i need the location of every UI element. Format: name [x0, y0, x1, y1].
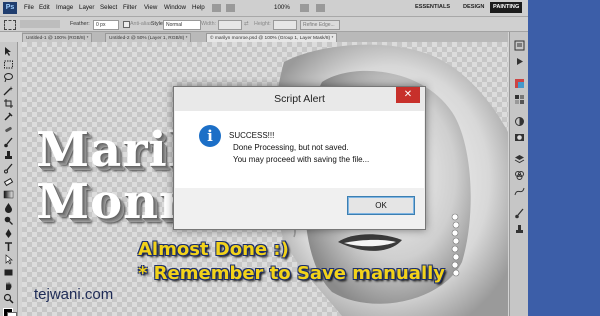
menu-filter[interactable]: Filter [123, 4, 137, 11]
arrange-docs-icon[interactable] [300, 4, 309, 12]
menu-bar: Ps File Edit Image Layer Select Filter V… [0, 0, 528, 17]
masks-panel-icon[interactable] [514, 132, 525, 143]
dialog-message-line-1: SUCCESS!!! [229, 131, 275, 140]
eraser-icon[interactable] [3, 176, 14, 187]
ps-logo-icon: Ps [3, 2, 17, 14]
pen-tool-icon[interactable] [3, 228, 14, 239]
workspace-design[interactable]: DESIGN [460, 2, 487, 13]
layers-panel-icon[interactable] [514, 154, 525, 165]
brushes-panel-icon[interactable] [514, 208, 525, 219]
history-panel-icon[interactable] [514, 40, 525, 51]
workspace-essentials[interactable]: ESSENTIALS [412, 2, 453, 13]
style-select[interactable]: Normal [163, 20, 201, 30]
dialog-title: Script Alert [274, 93, 325, 105]
eyedropper-icon[interactable] [3, 111, 14, 122]
menu-layer[interactable]: Layer [79, 4, 94, 11]
crop-tool-icon[interactable] [3, 98, 14, 109]
brush-tool-icon[interactable] [3, 137, 14, 148]
feather-label: Feather: [70, 21, 90, 27]
script-alert-dialog: Script Alert ✕ i SUCCESS!!! Done Process… [173, 86, 426, 230]
magic-wand-icon[interactable] [3, 85, 14, 96]
blur-tool-icon[interactable] [3, 202, 14, 213]
selection-mode-icon[interactable] [20, 20, 60, 28]
info-icon: i [199, 125, 221, 147]
paths-panel-icon[interactable] [514, 186, 525, 197]
dialog-message-line-2: Done Processing, but not saved. [233, 143, 349, 152]
dialog-message-line-3: You may proceed with saving the file... [233, 155, 370, 164]
type-tool-icon[interactable] [3, 241, 14, 252]
zoom-tool-icon[interactable] [3, 293, 14, 304]
marquee-tool-icon[interactable] [3, 59, 14, 70]
adjustments-panel-icon[interactable] [514, 116, 525, 127]
menu-view[interactable]: View [144, 4, 157, 11]
zoom-level[interactable]: 100% [274, 4, 290, 11]
menu-help[interactable]: Help [192, 4, 205, 11]
shape-tool-icon[interactable] [3, 267, 14, 278]
menu-image[interactable]: Image [56, 4, 73, 11]
refine-edge-button[interactable]: Refine Edge... [300, 20, 340, 30]
height-input[interactable] [273, 20, 297, 30]
tools-panel [0, 42, 18, 316]
menu-file[interactable]: File [24, 4, 34, 11]
clone-source-panel-icon[interactable] [514, 224, 525, 235]
gradient-tool-icon[interactable] [3, 189, 14, 200]
options-bar: Feather: 0 px Anti-alias Style: Normal W… [0, 17, 528, 32]
workspace-painting[interactable]: PAINTING [490, 2, 523, 13]
swatches-panel-icon[interactable] [514, 94, 525, 105]
watermark-text: tejwani.com [34, 286, 114, 303]
swap-icon[interactable]: ⇄ [244, 21, 248, 27]
width-input[interactable] [218, 20, 242, 30]
lasso-tool-icon[interactable] [3, 72, 14, 83]
clone-stamp-icon[interactable] [3, 150, 14, 161]
feather-input[interactable]: 0 px [93, 20, 119, 30]
overlay-caption-line-2: * Remember to Save manually [138, 263, 446, 284]
width-label: Width: [201, 21, 217, 27]
marquee-tool-icon[interactable] [4, 20, 16, 30]
healing-brush-icon[interactable] [3, 124, 14, 135]
dialog-body: i SUCCESS!!! Done Processing, but not sa… [175, 111, 424, 188]
path-selection-icon[interactable] [3, 254, 14, 265]
hand-tool-icon[interactable] [3, 280, 14, 291]
overlay-caption-line-1: Almost Done :) [138, 239, 289, 260]
dodge-tool-icon[interactable] [3, 215, 14, 226]
actions-panel-icon[interactable] [514, 56, 525, 67]
color-panel-icon[interactable] [514, 78, 525, 89]
ok-button[interactable]: OK [347, 196, 415, 215]
menu-window[interactable]: Window [164, 4, 186, 11]
bridge-icon[interactable] [212, 4, 221, 12]
height-label: Height: [254, 21, 271, 27]
channels-panel-icon[interactable] [514, 170, 525, 181]
panel-dock [509, 32, 528, 316]
antialias-checkbox[interactable] [123, 21, 130, 28]
move-tool-icon[interactable] [3, 46, 14, 57]
menu-select[interactable]: Select [100, 4, 117, 11]
document-tabs: Untitled-1 @ 100% (RGB/8) * Untitled-2 @… [22, 32, 508, 43]
menu-edit[interactable]: Edit [39, 4, 50, 11]
history-brush-icon[interactable] [3, 163, 14, 174]
close-icon[interactable]: ✕ [396, 87, 420, 103]
background-color-swatch[interactable] [7, 312, 17, 316]
screen-mode-icon[interactable] [316, 4, 325, 12]
dialog-titlebar: Script Alert ✕ [174, 87, 425, 111]
antialias-label: Anti-alias [130, 21, 152, 27]
mini-bridge-icon[interactable] [226, 4, 235, 12]
